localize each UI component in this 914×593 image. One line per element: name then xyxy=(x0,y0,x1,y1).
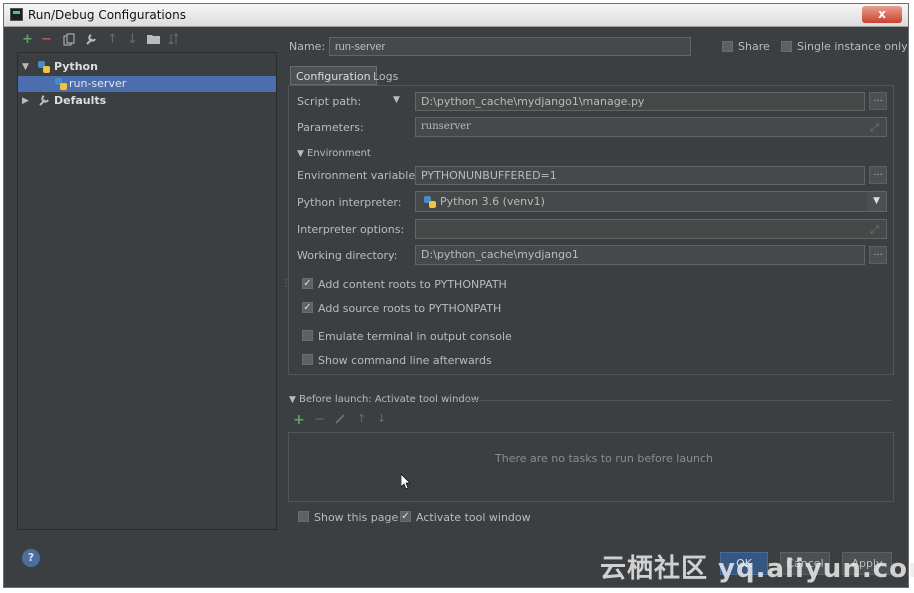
env-vars-label: Environment variables: xyxy=(297,169,425,182)
help-button[interactable]: ? xyxy=(22,549,40,567)
env-vars-browse-button[interactable]: ... xyxy=(869,166,887,184)
script-path-field[interactable]: D:\python_cache\mydjango1\manage.py xyxy=(415,92,865,111)
before-launch-empty-text: There are no tasks to run before launch xyxy=(495,452,714,465)
expand-arrow-icon[interactable]: ▼ xyxy=(22,59,29,75)
config-tree[interactable]: ▼ Python run-server ▶ Defaults xyxy=(17,52,277,530)
name-input[interactable] xyxy=(329,37,691,56)
tab-configuration[interactable]: Configuration xyxy=(290,66,377,85)
before-launch-edit-icon[interactable] xyxy=(335,413,346,427)
interp-options-field[interactable] xyxy=(415,219,887,239)
interpreter-dropdown-icon[interactable]: ▼ xyxy=(867,192,886,211)
move-up-icon[interactable]: ↑ xyxy=(107,33,118,47)
interp-options-label: Interpreter options: xyxy=(297,223,405,236)
activate-tool-window-label: Activate tool window xyxy=(416,511,531,524)
before-launch-add-icon[interactable]: + xyxy=(293,412,305,428)
watermark-text: 云栖社区 yq.aliyun.com xyxy=(600,554,914,584)
before-launch-divider xyxy=(464,400,892,401)
working-dir-field[interactable]: D:\python_cache\mydjango1 xyxy=(415,245,865,265)
add-source-roots-label: Add source roots to PYTHONPATH xyxy=(318,302,502,315)
before-launch-down-icon[interactable]: ↓ xyxy=(377,412,386,425)
folder-icon[interactable] xyxy=(147,33,160,48)
remove-icon[interactable]: − xyxy=(41,33,52,47)
copy-icon[interactable] xyxy=(63,33,75,50)
script-path-browse-button[interactable]: ... xyxy=(869,92,887,110)
add-source-roots-checkbox[interactable]: ✓ xyxy=(302,302,313,313)
interpreter-python-icon xyxy=(424,196,436,211)
tree-item-run-server[interactable]: run-server xyxy=(18,76,276,92)
add-icon[interactable]: + xyxy=(22,33,33,47)
interpreter-label: Python interpreter: xyxy=(297,196,402,209)
move-down-icon[interactable]: ↓ xyxy=(127,33,138,47)
env-vars-field[interactable]: PYTHONUNBUFFERED=1 xyxy=(415,166,865,185)
before-launch-toggle-icon[interactable]: ▼ xyxy=(289,395,296,405)
collapse-arrow-icon[interactable]: ▶ xyxy=(22,93,29,109)
add-content-roots-checkbox[interactable]: ✓ xyxy=(302,278,313,289)
tab-logs[interactable]: Logs xyxy=(368,67,403,86)
before-launch-title: Before launch: Activate tool window xyxy=(299,394,480,405)
window-title: Run/Debug Configurations xyxy=(28,8,186,22)
working-dir-label: Working directory: xyxy=(297,249,398,262)
app-icon xyxy=(10,8,23,21)
single-instance-label: Single instance only xyxy=(797,40,908,53)
name-label: Name: xyxy=(289,40,326,53)
show-cmdline-checkbox[interactable] xyxy=(302,354,313,365)
single-instance-checkbox[interactable] xyxy=(781,41,792,52)
add-content-roots-label: Add content roots to PYTHONPATH xyxy=(318,278,507,291)
share-checkbox[interactable] xyxy=(722,41,733,52)
tree-label-defaults: Defaults xyxy=(54,94,107,107)
tree-item-python[interactable]: ▼ Python xyxy=(18,59,276,75)
tree-label-run-server: run-server xyxy=(69,77,127,90)
close-button[interactable]: x xyxy=(862,6,902,23)
interp-options-expand-icon[interactable]: ⤢ xyxy=(870,223,879,237)
script-type-dropdown-icon[interactable]: ▼ xyxy=(393,95,400,105)
script-path-label: Script path: xyxy=(297,95,362,108)
share-label: Share xyxy=(738,40,770,53)
environment-toggle-icon[interactable]: ▼ xyxy=(297,149,304,159)
mouse-cursor-icon xyxy=(400,473,411,493)
before-launch-remove-icon[interactable]: − xyxy=(314,412,325,427)
defaults-wrench-icon xyxy=(38,95,50,112)
before-launch-up-icon[interactable]: ↑ xyxy=(357,412,366,425)
environment-section-title: Environment xyxy=(307,148,371,159)
parameters-field[interactable]: runserver xyxy=(415,117,887,137)
sort-icon[interactable] xyxy=(168,33,180,49)
parameters-expand-icon[interactable]: ⤢ xyxy=(870,121,879,135)
parameters-label: Parameters: xyxy=(297,121,364,134)
interpreter-select[interactable]: Python 3.6 (venv1) xyxy=(415,191,887,212)
show-page-label: Show this page xyxy=(314,511,399,524)
title-bar: Run/Debug Configurations x xyxy=(4,4,908,27)
tree-label-python: Python xyxy=(54,60,98,73)
activate-tool-window-checkbox[interactable]: ✓ xyxy=(400,511,411,522)
show-cmdline-label: Show command line afterwards xyxy=(318,354,492,367)
wrench-icon[interactable] xyxy=(84,33,97,50)
show-page-checkbox[interactable] xyxy=(298,511,309,522)
emulate-terminal-checkbox[interactable] xyxy=(302,330,313,341)
tree-item-defaults[interactable]: ▶ Defaults xyxy=(18,93,276,109)
working-dir-browse-button[interactable]: ... xyxy=(869,246,887,264)
emulate-terminal-label: Emulate terminal in output console xyxy=(318,330,512,343)
before-launch-task-list[interactable]: There are no tasks to run before launch xyxy=(288,432,894,502)
